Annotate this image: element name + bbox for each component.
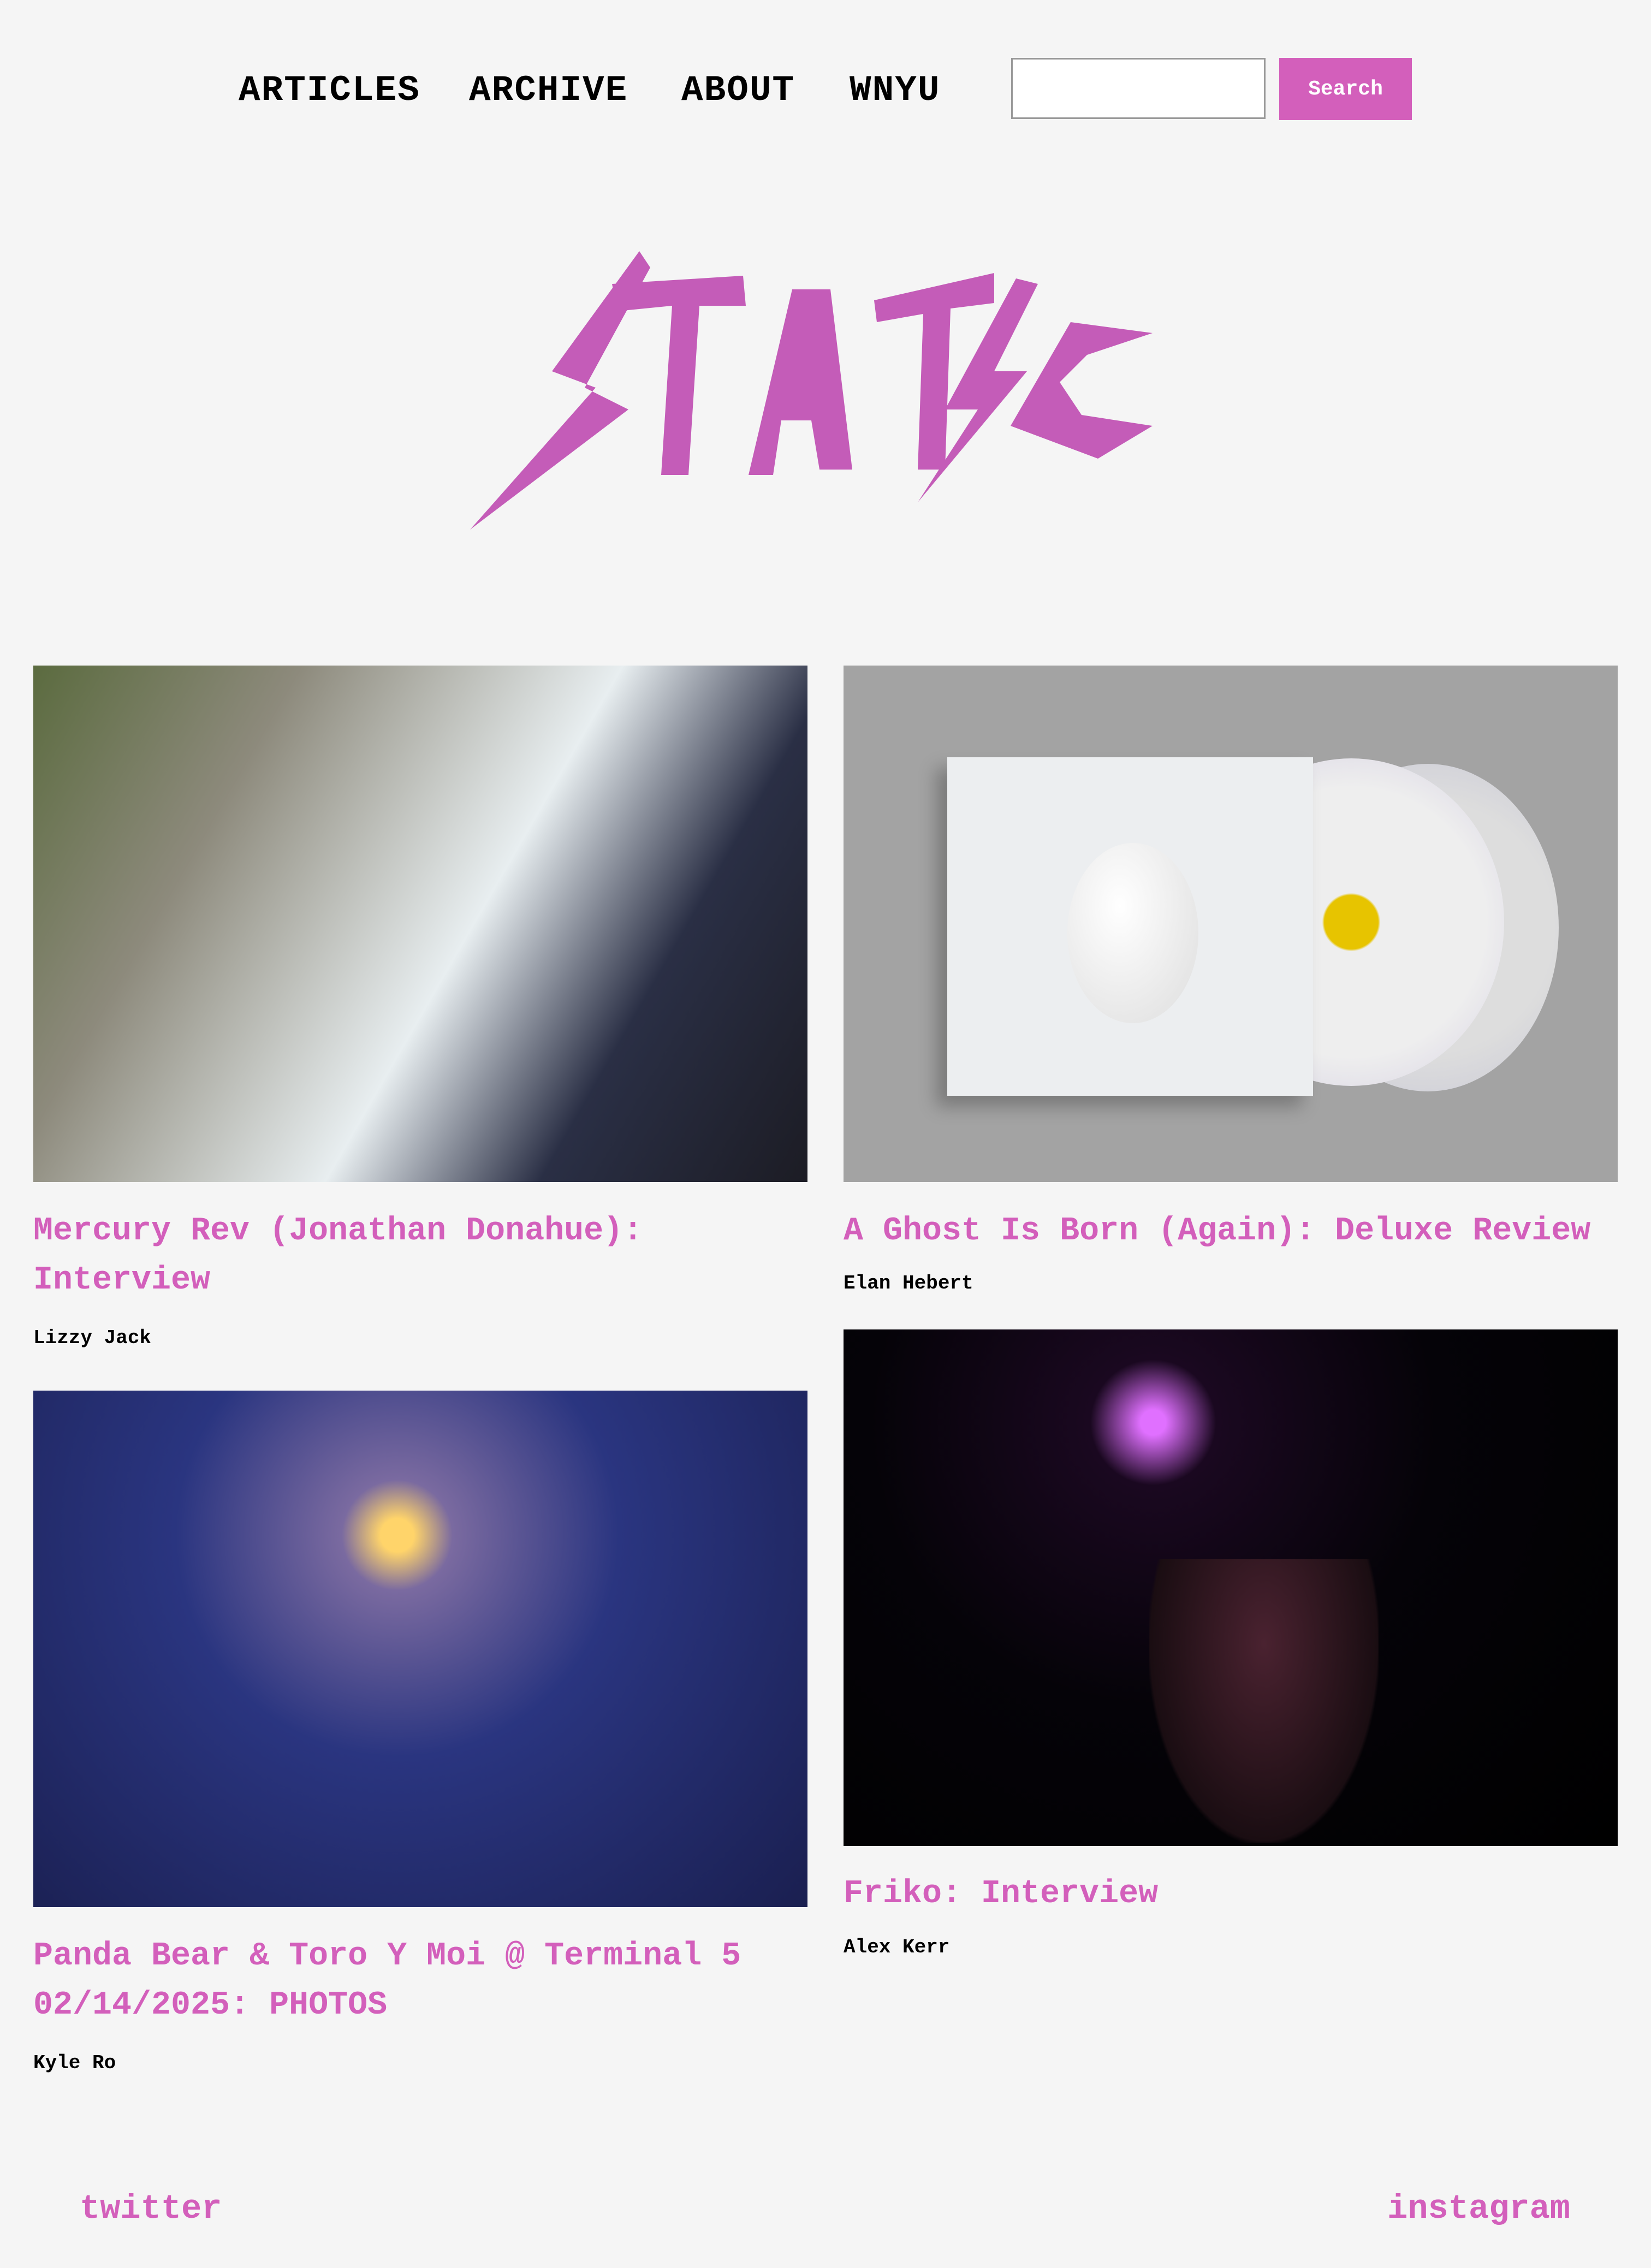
article-title[interactable]: Panda Bear & Toro Y Moi @ Terminal 5 02/… bbox=[33, 1932, 807, 2030]
static-logo[interactable] bbox=[470, 246, 1153, 535]
article-author[interactable]: Alex Kerr bbox=[844, 1936, 949, 1958]
article-title[interactable]: Mercury Rev (Jonathan Donahue): Intervie… bbox=[33, 1207, 807, 1305]
nav-wnyu[interactable]: WNYU bbox=[850, 70, 940, 111]
article-title[interactable]: Friko: Interview bbox=[844, 1869, 1618, 1919]
logo-graphic bbox=[470, 251, 1153, 530]
article-title[interactable]: A Ghost Is Born (Again): Deluxe Review bbox=[844, 1207, 1618, 1256]
article-image[interactable] bbox=[33, 666, 807, 1182]
nav-about[interactable]: ABOUT bbox=[681, 70, 795, 111]
article-author[interactable]: Kyle Ro bbox=[33, 2052, 116, 2074]
article-author[interactable]: Lizzy Jack bbox=[33, 1327, 151, 1349]
article-image[interactable] bbox=[844, 666, 1618, 1182]
article-author[interactable]: Elan Hebert bbox=[844, 1272, 973, 1295]
article-image[interactable] bbox=[844, 1329, 1618, 1846]
nav-archive[interactable]: ARCHIVE bbox=[469, 70, 628, 111]
article-image[interactable] bbox=[33, 1391, 807, 1907]
instagram-link[interactable]: instagram bbox=[1387, 2189, 1570, 2228]
search-input[interactable] bbox=[1011, 58, 1266, 119]
twitter-link[interactable]: twitter bbox=[80, 2189, 222, 2228]
search-button[interactable]: Search bbox=[1279, 58, 1412, 120]
nav-articles[interactable]: ARTICLES bbox=[239, 70, 420, 111]
